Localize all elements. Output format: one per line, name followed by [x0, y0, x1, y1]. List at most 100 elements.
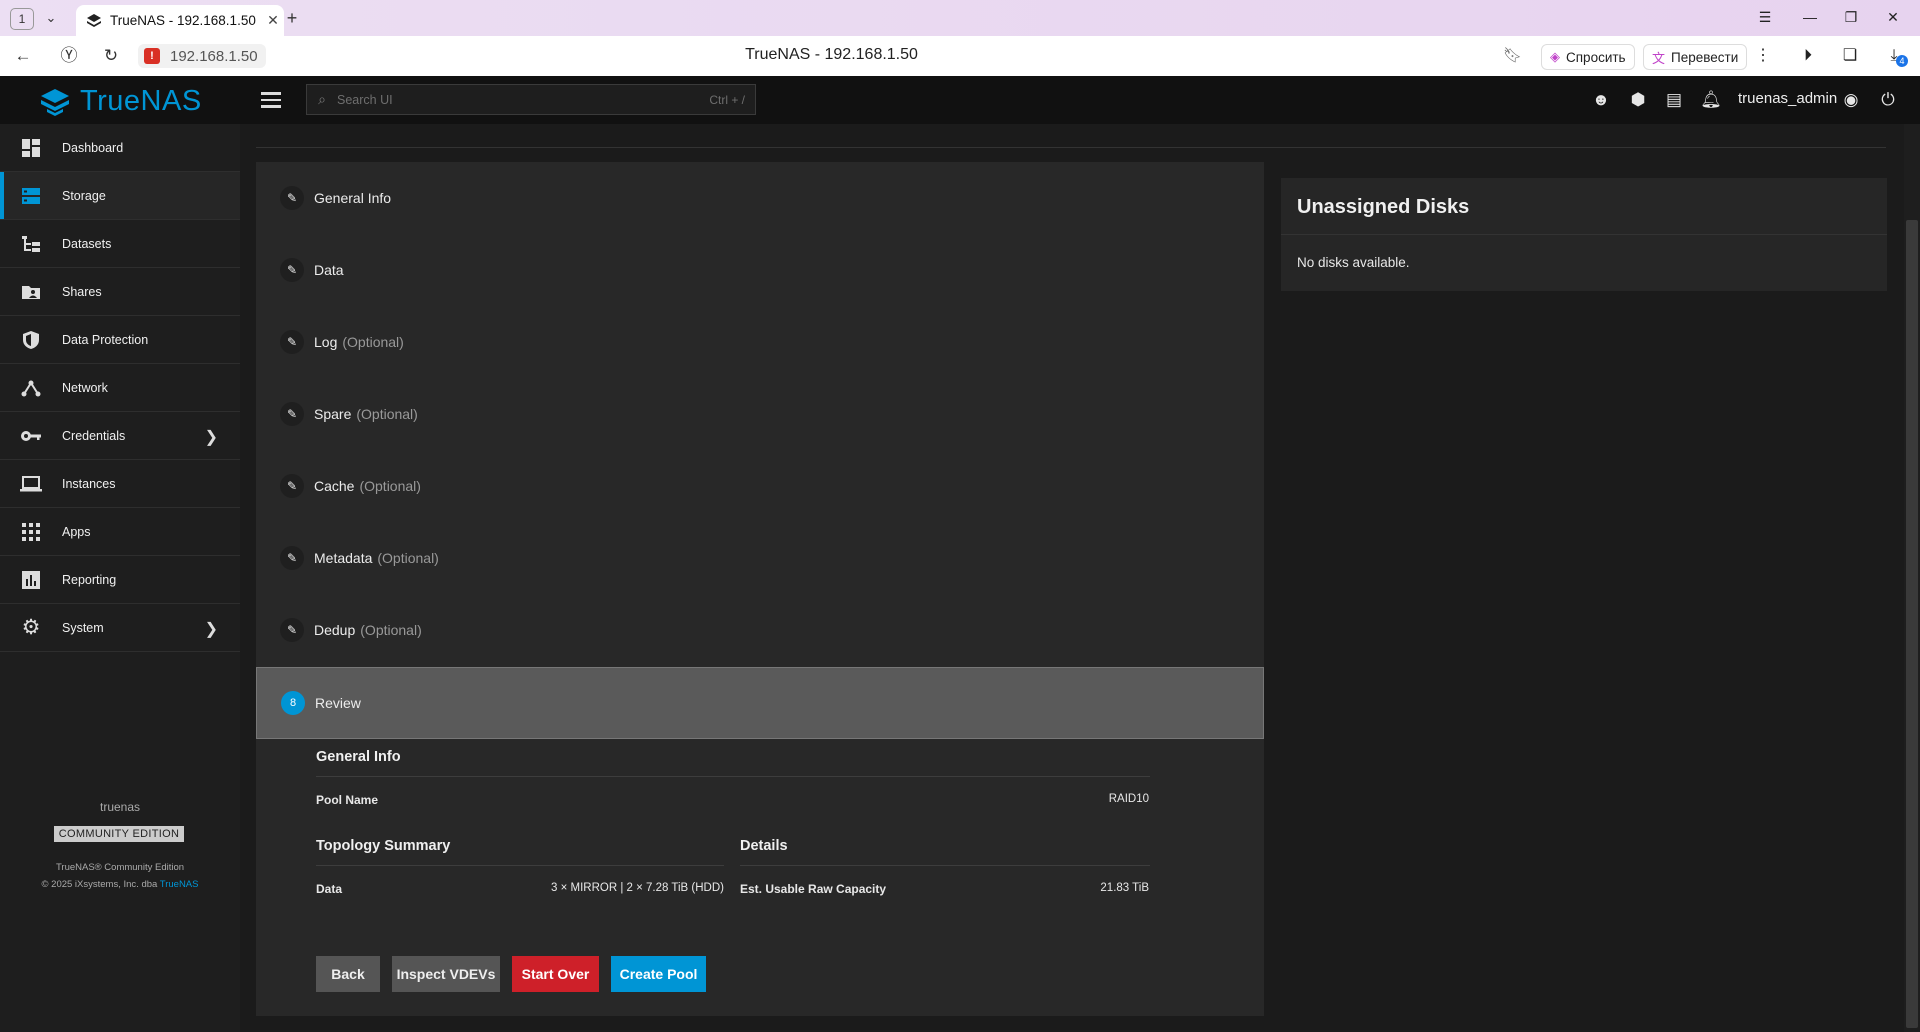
translate-label: Перевести: [1671, 49, 1739, 65]
tab-search-icon[interactable]: ☰: [1750, 6, 1780, 28]
sidebar-item-dashboard[interactable]: Dashboard: [0, 124, 240, 172]
sidebar-item-label: Dashboard: [62, 140, 124, 155]
sidebar-item-label: Instances: [62, 476, 116, 491]
edit-pencil-icon: ✎: [280, 618, 304, 642]
translate-button[interactable]: 文 Перевести: [1643, 44, 1748, 70]
collections-icon[interactable]: ❏: [1838, 45, 1862, 67]
step-label: Dedup: [314, 622, 356, 638]
sidebar-item-data-protection[interactable]: Data Protection: [0, 316, 240, 364]
tab-list-chevron-icon[interactable]: ⌄: [40, 6, 62, 30]
edit-pencil-icon: ✎: [280, 474, 304, 498]
dashboard-icon: [20, 137, 42, 159]
sidebar-item-network[interactable]: Network: [0, 364, 240, 412]
step-label: General Info: [314, 190, 392, 206]
downloads-badge: 4: [1896, 55, 1908, 67]
more-vert-icon[interactable]: ⋮: [1751, 45, 1775, 67]
search-input[interactable]: ⌕ Search UI Ctrl + /: [306, 84, 756, 115]
truecommand-icon[interactable]: ⬢: [1626, 88, 1650, 112]
sidebar-item-storage[interactable]: Storage: [0, 172, 240, 220]
notifications-bell-icon[interactable]: 🔔︎: [1699, 88, 1723, 112]
step-review[interactable]: 8 Review: [256, 667, 1264, 739]
account-circle-icon[interactable]: ◉: [1839, 88, 1863, 112]
divider: [256, 147, 1886, 148]
unassigned-disks-card: Unassigned Disks No disks available.: [1281, 178, 1887, 291]
sidebar-item-label: Credentials: [62, 428, 126, 443]
ask-button[interactable]: ◈ Спросить: [1541, 44, 1635, 70]
storage-icon: [20, 185, 42, 207]
edit-pencil-icon: ✎: [280, 546, 304, 570]
step-data[interactable]: ✎ Data: [256, 234, 1264, 306]
sidebar-item-label: Storage: [62, 188, 106, 203]
step-number-badge: 8: [281, 691, 305, 715]
jobs-clipboard-icon[interactable]: ▤: [1662, 88, 1686, 112]
optional-tag: (Optional): [356, 406, 418, 422]
step-metadata[interactable]: ✎ Metadata (Optional): [256, 522, 1264, 594]
menu-toggle-icon[interactable]: [258, 88, 284, 112]
browser-tab-bar: 1 ⌄ TrueNAS - 192.168.1.50 ✕ + ☰ — ❐ ✕: [0, 0, 1920, 36]
step-general-info[interactable]: ✎ General Info: [256, 162, 1264, 234]
step-label: Log: [314, 334, 338, 350]
truenas-logo[interactable]: TrueNAS: [38, 85, 202, 118]
truenas-link[interactable]: TrueNAS: [160, 879, 199, 890]
optional-tag: (Optional): [342, 334, 404, 350]
sidebar-item-credentials[interactable]: Credentials ❯: [0, 412, 240, 460]
step-dedup[interactable]: ✎ Dedup (Optional): [256, 594, 1264, 666]
pool-name-label: Pool Name: [316, 793, 379, 807]
optional-tag: (Optional): [360, 622, 422, 638]
step-label: Review: [315, 695, 361, 711]
tab-count-button[interactable]: 1: [10, 8, 34, 30]
sidebar-item-label: Shares: [62, 284, 102, 299]
browser-tab-active[interactable]: TrueNAS - 192.168.1.50 ✕: [76, 5, 284, 36]
bookmark-icon[interactable]: 🔖︎: [1503, 46, 1522, 64]
key-icon: [20, 425, 42, 447]
laptop-icon: [20, 473, 42, 495]
edit-pencil-icon: ✎: [280, 330, 304, 354]
feedback-smiley-icon[interactable]: ☻: [1589, 88, 1613, 112]
data-vdev-value: 3 × MIRROR | 2 × 7.28 TiB (HDD): [551, 882, 724, 894]
logo-text: TrueNAS: [80, 85, 202, 117]
step-spare[interactable]: ✎ Spare (Optional): [256, 378, 1264, 450]
sidebar-item-system[interactable]: ⚙ System ❯: [0, 604, 240, 652]
minimize-icon[interactable]: —: [1795, 6, 1825, 28]
truenas-topbar: TrueNAS ⌕ Search UI Ctrl + / ☻ ⬢ ▤ 🔔︎ tr…: [0, 76, 1920, 124]
browser-address-bar: ← Ⓨ ↻ ! 192.168.1.50 TrueNAS - 192.168.1…: [0, 36, 1920, 77]
optional-tag: (Optional): [359, 478, 421, 494]
review-general-info-heading: General Info: [316, 749, 401, 765]
start-over-button[interactable]: Start Over: [512, 956, 599, 992]
sidebar-item-reporting[interactable]: Reporting: [0, 556, 240, 604]
search-placeholder: Search UI: [337, 92, 393, 107]
username-label[interactable]: truenas_admin: [1738, 90, 1837, 107]
step-cache[interactable]: ✎ Cache (Optional): [256, 450, 1264, 522]
sidebar-item-shares[interactable]: Shares: [0, 268, 240, 316]
no-disks-message: No disks available.: [1297, 255, 1410, 270]
new-tab-button[interactable]: +: [280, 6, 304, 30]
divider: [316, 865, 724, 866]
topology-summary-heading: Topology Summary: [316, 838, 451, 854]
inspect-vdevs-button[interactable]: Inspect VDEVs: [392, 956, 500, 992]
network-icon: [20, 377, 42, 399]
sidebar-item-datasets[interactable]: Datasets: [0, 220, 240, 268]
edit-pencil-icon: ✎: [280, 258, 304, 282]
create-pool-button[interactable]: Create Pool: [611, 956, 706, 992]
downloads-icon[interactable]: ⤓ 4: [1882, 45, 1908, 67]
data-vdev-label: Data: [316, 882, 343, 896]
restore-icon[interactable]: ❐: [1836, 6, 1866, 28]
unassigned-disks-title: Unassigned Disks: [1297, 196, 1470, 218]
close-window-icon[interactable]: ✕: [1878, 6, 1908, 28]
sidebar-item-label: Datasets: [62, 236, 112, 251]
copyright-line-2: © 2025 iXsystems, Inc. dba TrueNAS: [0, 879, 240, 890]
sidebar-item-apps[interactable]: Apps: [0, 508, 240, 556]
copyright-text: © 2025 iXsystems, Inc. dba: [41, 879, 158, 890]
step-log[interactable]: ✎ Log (Optional): [256, 306, 1264, 378]
power-icon[interactable]: ⏻: [1876, 88, 1900, 112]
truenas-logo-icon: [41, 88, 69, 116]
sidebar-item-instances[interactable]: Instances: [0, 460, 240, 508]
divider: [1281, 234, 1887, 235]
media-play-icon[interactable]: ⏵: [1796, 45, 1820, 67]
sidebar-item-label: Apps: [62, 524, 91, 539]
gear-icon: ⚙: [21, 616, 41, 639]
back-button[interactable]: Back: [316, 956, 380, 992]
edition-badge: COMMUNITY EDITION: [54, 826, 184, 842]
divider: [740, 865, 1150, 866]
scrollbar-thumb[interactable]: [1906, 220, 1918, 1028]
